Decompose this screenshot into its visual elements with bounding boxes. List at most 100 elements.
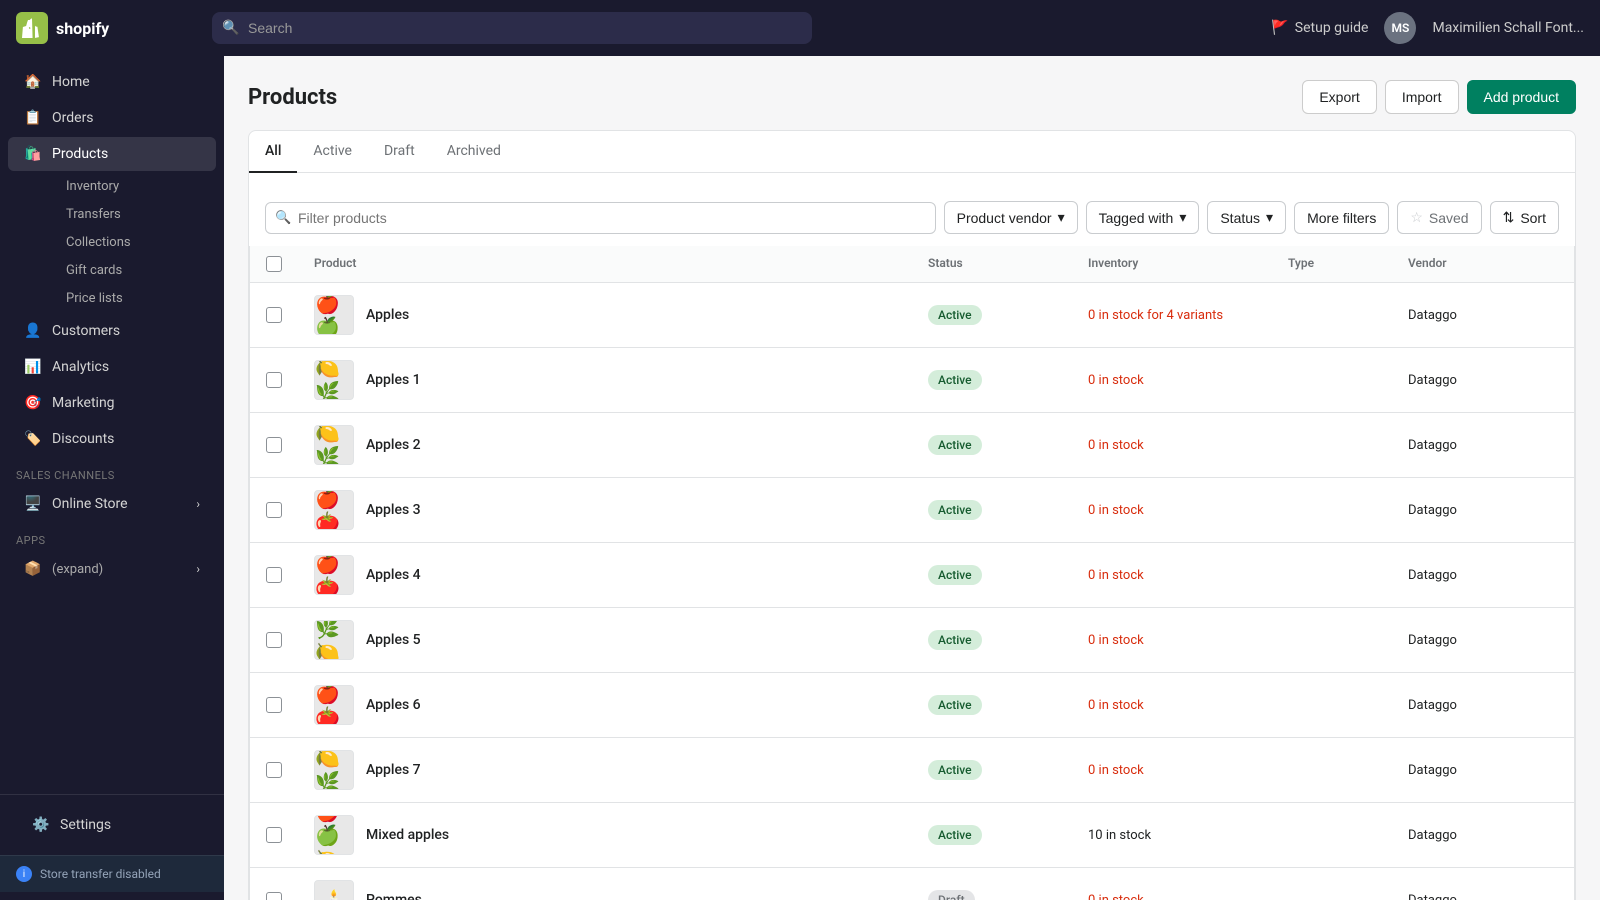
row-checkbox-cell: [266, 437, 314, 453]
more-filters-button[interactable]: More filters: [1294, 202, 1389, 234]
table-row[interactable]: 🍎🍅 Apples 6 Active 0 in stock Dataggo: [250, 673, 1574, 738]
row-checkbox[interactable]: [266, 892, 282, 900]
row-checkbox[interactable]: [266, 372, 282, 388]
sidebar-item-home[interactable]: 🏠 Home: [8, 65, 216, 99]
row-checkbox[interactable]: [266, 307, 282, 323]
apps-chevron-icon: ›: [196, 562, 200, 576]
header-checkbox-col: [266, 256, 314, 272]
table-row[interactable]: 🍎🍏 Apples Active 0 in stock for 4 varian…: [250, 283, 1574, 348]
product-name: Apples 4: [366, 567, 421, 583]
filter-search-input[interactable]: [265, 202, 936, 234]
row-checkbox[interactable]: [266, 697, 282, 713]
inventory-cell: 0 in stock: [1088, 698, 1288, 713]
sidebar-item-inventory[interactable]: Inventory: [50, 173, 216, 200]
sort-button[interactable]: ⇅ Sort: [1490, 201, 1559, 234]
setup-guide[interactable]: 🚩 Setup guide: [1271, 20, 1368, 36]
row-checkbox[interactable]: [266, 502, 282, 518]
row-checkbox[interactable]: [266, 567, 282, 583]
header-type: Type: [1288, 256, 1408, 272]
row-checkbox[interactable]: [266, 762, 282, 778]
table-row[interactable]: 🍋🌿 Apples 2 Active 0 in stock Dataggo: [250, 413, 1574, 478]
sidebar-item-online-store[interactable]: 🖥️ Online Store ›: [8, 487, 216, 521]
inventory-cell: 10 in stock: [1088, 828, 1288, 843]
product-vendor-filter[interactable]: Product vendor ▾: [944, 201, 1078, 234]
marketing-icon: 🎯: [24, 395, 42, 411]
settings-icon: ⚙️: [32, 817, 50, 833]
sidebar-item-collections[interactable]: Collections: [50, 229, 216, 256]
tagged-with-filter[interactable]: Tagged with ▾: [1086, 201, 1200, 234]
product-cell: 🍋🌿 Apples 1: [314, 360, 928, 400]
product-cell: 🍋🌿 Apples 2: [314, 425, 928, 465]
header-inventory: Inventory: [1088, 256, 1288, 272]
product-cell: 🍎🍏🍋 Mixed apples: [314, 815, 928, 855]
table-row[interactable]: 🌿🍋 Apples 5 Active 0 in stock Dataggo: [250, 608, 1574, 673]
sidebar-item-customers[interactable]: 👤 Customers: [8, 314, 216, 348]
shopify-icon: [16, 12, 48, 44]
table-row[interactable]: 🍎🍅 Apples 3 Active 0 in stock Dataggo: [250, 478, 1574, 543]
status-cell: Active: [928, 500, 1088, 520]
tagged-with-chevron: ▾: [1179, 209, 1186, 226]
product-thumbnail: 🍎🍅: [314, 555, 354, 595]
tab-active[interactable]: Active: [297, 131, 368, 173]
online-store-icon: 🖥️: [24, 496, 42, 512]
main-content: Products Export Import Add product All A…: [224, 56, 1600, 900]
sidebar-item-apps[interactable]: 📦 (expand) ›: [8, 552, 216, 586]
table-row[interactable]: 🍋🌿 Apples 1 Active 0 in stock Dataggo: [250, 348, 1574, 413]
product-name: Pommes: [366, 892, 422, 900]
product-thumbnail: 🍋🌿: [314, 425, 354, 465]
sidebar-item-transfers[interactable]: Transfers: [50, 201, 216, 228]
tab-archived[interactable]: Archived: [431, 131, 517, 173]
product-thumbnail: 🍎🍏🍋: [314, 815, 354, 855]
status-cell: Active: [928, 435, 1088, 455]
sidebar-item-gift-cards[interactable]: Gift cards: [50, 257, 216, 284]
header-vendor: Vendor: [1408, 256, 1558, 272]
product-thumbnail: 🕯️: [314, 880, 354, 900]
inventory-cell: 0 in stock: [1088, 633, 1288, 648]
sort-label: Sort: [1520, 210, 1546, 226]
product-thumbnail: 🍋🌿: [314, 750, 354, 790]
saved-button[interactable]: ☆ Saved: [1397, 201, 1481, 234]
status-badge: Active: [928, 500, 982, 520]
add-product-button[interactable]: Add product: [1467, 80, 1577, 114]
sidebar-item-analytics[interactable]: 📊 Analytics: [8, 350, 216, 384]
status-badge: Active: [928, 695, 982, 715]
table-row[interactable]: 🍋🌿 Apples 7 Active 0 in stock Dataggo: [250, 738, 1574, 803]
table-row[interactable]: 🍎🍏🍋 Mixed apples Active 10 in stock Data…: [250, 803, 1574, 868]
row-checkbox[interactable]: [266, 827, 282, 843]
sidebar-item-settings[interactable]: ⚙️ Settings: [16, 808, 208, 842]
status-badge: Active: [928, 370, 982, 390]
sidebar-item-marketing[interactable]: 🎯 Marketing: [8, 386, 216, 420]
logo[interactable]: shopify: [16, 12, 196, 44]
inventory-cell: 0 in stock: [1088, 438, 1288, 453]
product-cell: 🕯️ Pommes: [314, 880, 928, 900]
header-actions: Export Import Add product: [1302, 80, 1576, 114]
search-input[interactable]: [212, 12, 812, 44]
sidebar-item-discounts[interactable]: 🏷️ Discounts: [8, 422, 216, 456]
table-row[interactable]: 🕯️ Pommes Draft 0 in stock Dataggo: [250, 868, 1574, 900]
avatar[interactable]: MS: [1384, 12, 1416, 44]
products-card: All Active Draft Archived 🔍 Product vend…: [248, 130, 1576, 900]
status-filter[interactable]: Status ▾: [1207, 201, 1286, 234]
row-checkbox[interactable]: [266, 632, 282, 648]
product-name: Apples 1: [366, 372, 421, 388]
vendor-cell: Dataggo: [1408, 308, 1558, 323]
sidebar-footer: ⚙️ Settings: [0, 794, 224, 855]
vendor-cell: Dataggo: [1408, 698, 1558, 713]
row-checkbox[interactable]: [266, 437, 282, 453]
discounts-icon: 🏷️: [24, 431, 42, 447]
select-all-checkbox[interactable]: [266, 256, 282, 272]
sidebar-item-price-lists[interactable]: Price lists: [50, 285, 216, 312]
row-checkbox-cell: [266, 827, 314, 843]
more-filters-label: More filters: [1307, 210, 1376, 226]
table-row[interactable]: 🍎🍅 Apples 4 Active 0 in stock Dataggo: [250, 543, 1574, 608]
sidebar-item-products[interactable]: 🛍️ Products: [8, 137, 216, 171]
tab-draft[interactable]: Draft: [368, 131, 431, 173]
export-button[interactable]: Export: [1302, 80, 1376, 114]
store-transfer-label: Store transfer disabled: [40, 867, 161, 881]
row-checkbox-cell: [266, 307, 314, 323]
import-button[interactable]: Import: [1385, 80, 1459, 114]
inventory-cell: 0 in stock: [1088, 893, 1288, 900]
orders-icon: 📋: [24, 110, 42, 126]
tab-all[interactable]: All: [249, 131, 297, 173]
sidebar-item-orders[interactable]: 📋 Orders: [8, 101, 216, 135]
